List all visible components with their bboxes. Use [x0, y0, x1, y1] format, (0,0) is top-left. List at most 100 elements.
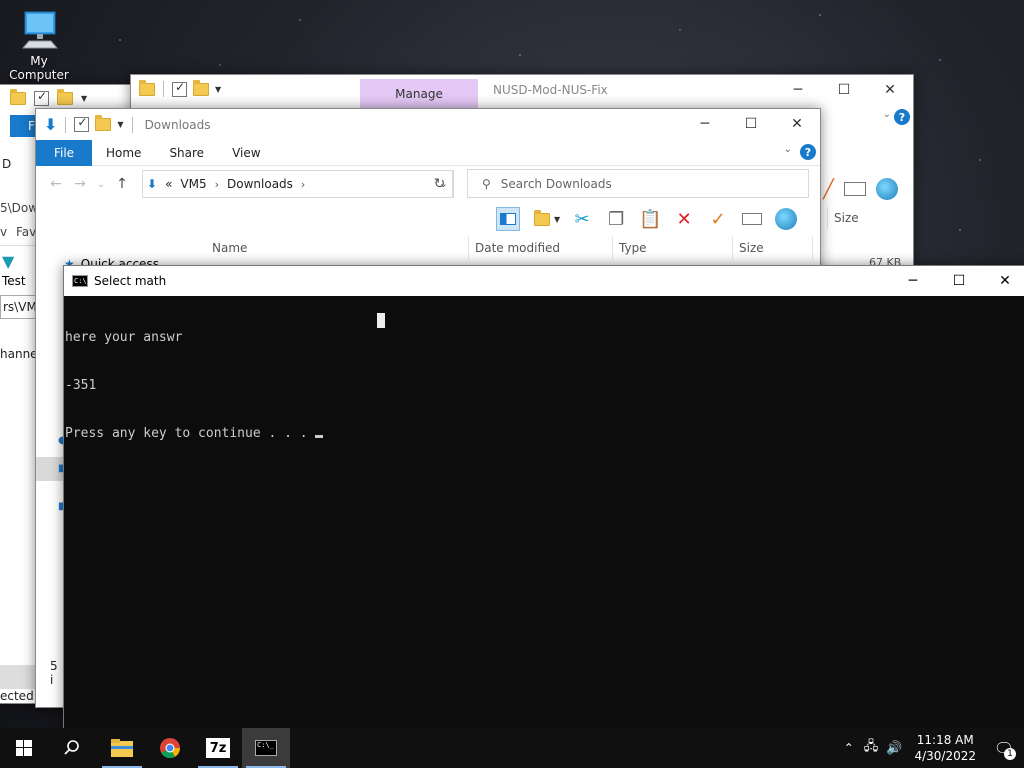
rename-icon[interactable]	[740, 207, 764, 231]
close-button[interactable]: ✕	[982, 266, 1024, 296]
properties-icon[interactable]	[74, 115, 90, 132]
search-button[interactable]	[48, 728, 96, 768]
file-explorer-icon	[111, 739, 133, 757]
clock-time: 11:18 AM	[916, 733, 974, 747]
tab-file[interactable]: File	[36, 139, 92, 166]
minimize-button[interactable]: ─	[682, 109, 728, 139]
chevron-down-icon[interactable]: ⌄	[883, 109, 891, 120]
quick-toolbar: ▼ ✂ ❐ 📋 ✕ ✓	[496, 203, 798, 235]
size-column-header[interactable]: Size	[827, 207, 907, 229]
column-size[interactable]: Size	[733, 237, 813, 259]
status-item-count: 5 i	[50, 659, 58, 687]
properties-icon	[34, 89, 49, 106]
computer-icon	[17, 8, 61, 52]
path-field[interactable]: rs\VM5	[0, 295, 44, 319]
breadcrumb-downloads[interactable]: Downloads	[227, 177, 293, 191]
folder-options-icon[interactable]	[530, 207, 554, 231]
cut-icon[interactable]: ✂	[570, 207, 594, 231]
recent-dropdown-icon[interactable]: ⌄	[92, 179, 110, 190]
chrome-icon	[160, 738, 181, 759]
help-icon[interactable]: ?	[800, 144, 816, 160]
cmd-taskbar-button[interactable]: C:\_	[242, 728, 290, 768]
forward-arrow-icon[interactable]: →	[68, 176, 92, 192]
console-line: -351	[65, 378, 97, 393]
7zip-taskbar-button[interactable]: 7z	[194, 728, 242, 768]
refresh-button[interactable]: ↻	[426, 170, 454, 198]
breadcrumb-chevron-icon[interactable]: ›	[215, 178, 219, 191]
manage-tab[interactable]: Manage	[360, 79, 478, 109]
checkmark-icon[interactable]: ✓	[706, 207, 730, 231]
network-icon[interactable]: 🖧	[860, 737, 883, 759]
checkmark-icon[interactable]: ╱	[823, 179, 834, 200]
test-label[interactable]: Test	[2, 274, 26, 288]
address-row: ← → ⌄ ↑ ⬇ « VM5 › Downloads › ⌄ ↻ ⚲ Sear…	[36, 167, 820, 201]
copy-icon[interactable]: ❐	[604, 207, 628, 231]
preview-pane-icon[interactable]	[496, 207, 520, 231]
new-folder-icon	[57, 89, 73, 105]
properties-icon	[172, 80, 187, 97]
clock[interactable]: 11:18 AM 4/30/2022	[906, 732, 984, 764]
close-button[interactable]: ✕	[867, 75, 913, 105]
new-folder-icon[interactable]	[95, 115, 112, 131]
rename-icon[interactable]	[843, 182, 866, 196]
up-arrow-icon[interactable]: ↑	[110, 176, 134, 192]
text-cursor	[315, 435, 324, 438]
minimize-button[interactable]: ─	[775, 75, 821, 105]
minimize-button[interactable]: ─	[890, 266, 936, 296]
volume-icon[interactable]: 🔊	[882, 741, 906, 756]
cmd-icon: C:\_	[255, 740, 277, 756]
tab-view[interactable]: View	[218, 140, 274, 166]
column-type[interactable]: Type	[613, 237, 733, 259]
mouse-ibeam-cursor	[377, 313, 385, 328]
delete-icon[interactable]: ✕	[672, 207, 696, 231]
address-fragment: 5\Dow	[0, 201, 39, 215]
my-computer-desktop-icon[interactable]: My Computer	[0, 8, 78, 82]
shell-icon[interactable]	[875, 178, 898, 200]
dropdown-icon: ▼	[81, 94, 88, 103]
expand-ribbon-icon[interactable]: ⌄	[784, 144, 792, 155]
window-title: Downloads	[144, 117, 211, 132]
breadcrumb-chevron-icon[interactable]: ›	[301, 178, 305, 191]
notification-count-badge: 1	[1004, 748, 1016, 760]
my-computer-label: My Computer	[9, 54, 69, 82]
folder-options-dropdown-icon[interactable]: ▼	[554, 215, 560, 224]
console-output[interactable]: here your answr -351 Press any key to co…	[64, 296, 1024, 490]
action-center-button[interactable]: 🗨 1	[984, 728, 1024, 768]
paste-icon[interactable]: 📋	[638, 207, 662, 231]
column-name[interactable]: Name	[206, 237, 469, 259]
breadcrumb-vm5[interactable]: VM5	[180, 177, 206, 191]
new-folder-icon	[193, 79, 209, 96]
back-arrow-icon[interactable]: ←	[44, 176, 68, 192]
clock-date: 4/30/2022	[914, 749, 976, 763]
close-button[interactable]: ✕	[774, 109, 820, 139]
console-line: here your answr	[65, 330, 183, 345]
column-date-modified[interactable]: Date modified	[469, 237, 613, 259]
folder-icon	[139, 79, 155, 96]
tab-share[interactable]: Share	[155, 140, 218, 166]
maximize-button[interactable]: ☐	[936, 266, 982, 296]
downloads-icon: ⬇	[147, 177, 158, 191]
folder-icon	[10, 89, 26, 105]
v-fragment: v	[0, 225, 8, 239]
console-title-bar[interactable]: C:\ Select math ─ ☐ ✕	[64, 266, 1024, 296]
search-input[interactable]: ⚲ Search Downloads	[467, 169, 809, 198]
file-explorer-taskbar-button[interactable]	[98, 728, 146, 768]
breadcrumb-prefix[interactable]: «	[165, 177, 172, 191]
maximize-button[interactable]: ☐	[821, 75, 867, 105]
status-selected: ected	[0, 689, 34, 703]
customize-dropdown-icon[interactable]: ▼	[117, 120, 123, 129]
title-bar[interactable]: ⬇ ▼ Downloads ─ ☐ ✕	[36, 109, 820, 140]
show-hidden-icons-chevron-icon[interactable]: ⌃	[838, 741, 860, 755]
tab-home[interactable]: Home	[92, 140, 155, 166]
chrome-taskbar-button[interactable]	[146, 728, 194, 768]
maximize-button[interactable]: ☐	[728, 109, 774, 139]
start-button[interactable]	[0, 728, 48, 768]
file-list-header: Name Date modified Type Size	[36, 237, 820, 259]
shell-icon[interactable]	[774, 207, 798, 231]
console-window[interactable]: C:\ Select math ─ ☐ ✕ here your answr -3…	[63, 265, 1024, 730]
download-arrow-icon: ⬇	[44, 115, 58, 134]
windows-logo-icon	[16, 740, 32, 756]
help-icon[interactable]: ?	[894, 109, 910, 125]
address-bar[interactable]: ⬇ « VM5 › Downloads › ⌄	[142, 170, 453, 198]
console-line: Press any key to continue . . .	[65, 426, 316, 441]
